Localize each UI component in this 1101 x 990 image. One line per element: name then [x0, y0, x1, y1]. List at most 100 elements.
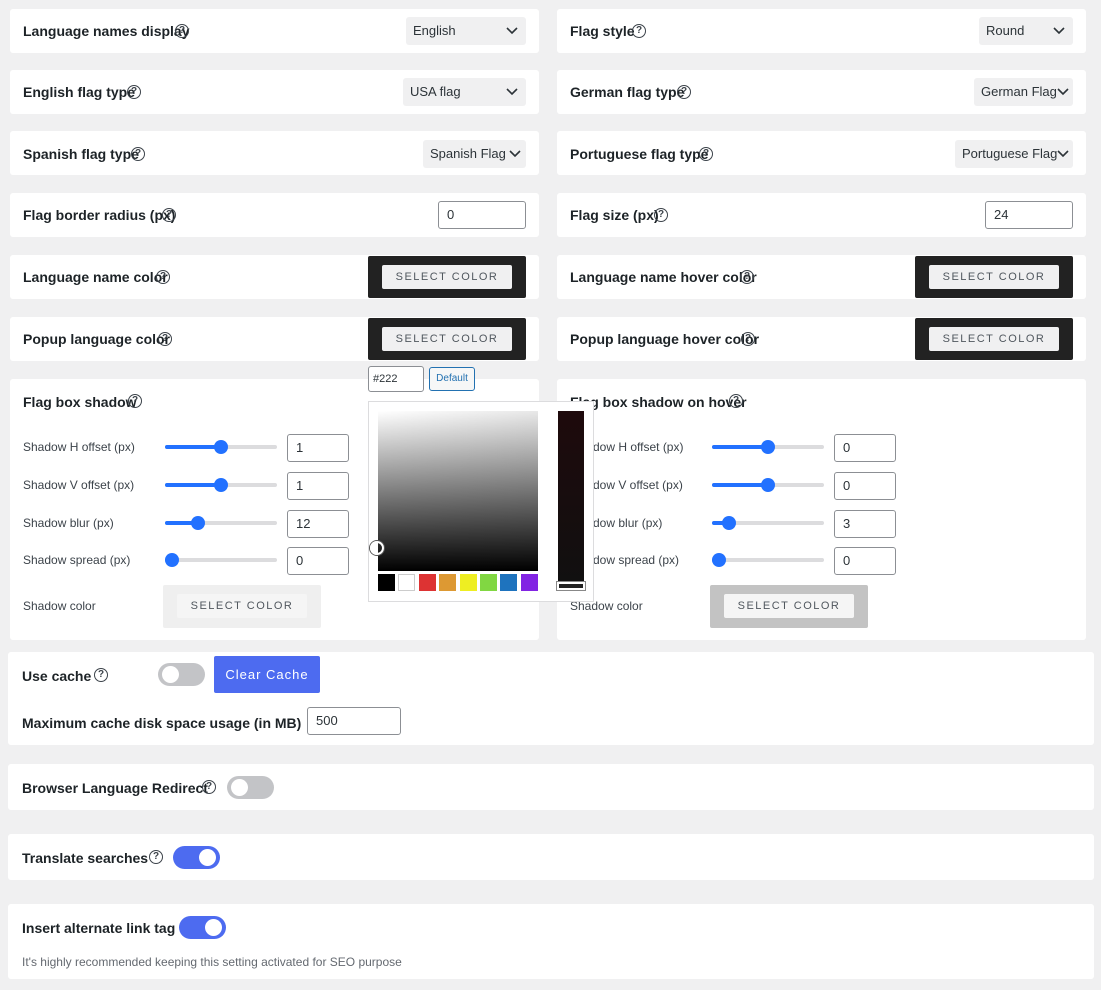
shadow-color-button[interactable]: SELECT COLOR [177, 594, 307, 618]
shadow-color-swatch[interactable]: SELECT COLOR [163, 585, 321, 628]
shadow-hover-h-offset-label: dow H offset (px) [593, 440, 684, 454]
help-icon[interactable]: ? [677, 85, 691, 99]
german-flag-type-select[interactable]: German Flag [974, 78, 1073, 106]
cache-card: Use cache ? Clear Cache Maximum cache di… [8, 652, 1094, 745]
slider-thumb[interactable] [165, 553, 179, 567]
english-flag-type-select[interactable]: USA flag [403, 78, 526, 106]
language-names-display-select[interactable]: English [406, 17, 526, 45]
flag-border-radius-input[interactable]: 0 [438, 201, 526, 229]
help-icon[interactable]: ? [156, 270, 170, 284]
help-icon[interactable]: ? [632, 24, 646, 38]
help-icon[interactable]: ? [654, 208, 668, 222]
language-name-color-button[interactable]: SELECT COLOR [382, 265, 512, 289]
translate-searches-toggle[interactable] [173, 846, 220, 869]
flag-style-label: Flag style [570, 23, 635, 39]
language-name-hover-color-button[interactable]: SELECT COLOR [929, 265, 1059, 289]
slider-thumb[interactable] [214, 478, 228, 492]
swatch-orange[interactable] [439, 574, 456, 591]
portuguese-flag-type-select[interactable]: Portuguese Flag [955, 140, 1073, 168]
swatch-blue[interactable] [500, 574, 517, 591]
swatch-white[interactable] [398, 574, 415, 591]
shadow-hover-color-button[interactable]: SELECT COLOR [724, 594, 854, 618]
saturation-square[interactable] [370, 411, 538, 571]
swatch-green[interactable] [480, 574, 497, 591]
slider-thumb[interactable] [761, 440, 775, 454]
language-names-display-label: Language names display [23, 23, 190, 39]
flag-style-select[interactable]: Round [979, 17, 1073, 45]
portuguese-flag-type-value: Portuguese Flag [962, 146, 1058, 161]
flag-box-shadow-hover-card: Flag box shadow on hover ? dow H offset … [557, 379, 1086, 640]
swatch-yellow[interactable] [460, 574, 477, 591]
use-cache-toggle[interactable] [158, 663, 205, 686]
shadow-spread-label: Shadow spread (px) [23, 553, 131, 567]
shadow-h-offset-input[interactable]: 1 [287, 434, 349, 462]
color-swatches [378, 574, 538, 592]
shadow-v-offset-slider[interactable] [165, 478, 277, 492]
slider-thumb[interactable] [214, 440, 228, 454]
shadow-blur-slider[interactable] [165, 516, 277, 530]
slider-thumb[interactable] [761, 478, 775, 492]
portuguese-flag-type-label: Portuguese flag type [570, 146, 709, 162]
clear-cache-button[interactable]: Clear Cache [214, 656, 320, 693]
help-icon[interactable]: ? [127, 85, 141, 99]
shadow-hover-blur-input[interactable]: 3 [834, 510, 896, 538]
help-icon[interactable]: ? [729, 394, 743, 408]
help-icon[interactable]: ? [149, 850, 163, 864]
help-icon[interactable]: ? [175, 24, 189, 38]
swatch-purple[interactable] [521, 574, 538, 591]
shadow-v-offset-input[interactable]: 1 [287, 472, 349, 500]
hue-handle[interactable] [557, 582, 585, 590]
shadow-hover-h-offset-slider[interactable] [712, 440, 824, 454]
shadow-blur-input[interactable]: 12 [287, 510, 349, 538]
shadow-spread-slider[interactable] [165, 553, 277, 567]
slider-thumb[interactable] [191, 516, 205, 530]
help-icon[interactable]: ? [202, 780, 216, 794]
help-icon[interactable]: ? [740, 270, 754, 284]
language-name-hover-color-swatch[interactable]: SELECT COLOR [915, 256, 1073, 298]
help-icon[interactable]: ? [162, 208, 176, 222]
popup-language-hover-color-swatch[interactable]: SELECT COLOR [915, 318, 1073, 360]
language-name-color-swatch[interactable]: SELECT COLOR [368, 256, 526, 298]
alternate-link-toggle[interactable] [179, 916, 226, 939]
chevron-down-icon [509, 150, 521, 158]
translate-searches-card: Translate searches ? [8, 834, 1094, 880]
shadow-hover-h-offset-input[interactable]: 0 [834, 434, 896, 462]
help-icon[interactable]: ? [128, 394, 142, 408]
popup-language-hover-color-button[interactable]: SELECT COLOR [929, 327, 1059, 351]
spanish-flag-type-row: Spanish flag type ? Spanish Flag [10, 131, 539, 175]
help-icon[interactable]: ? [94, 668, 108, 682]
max-cache-input[interactable]: 500 [307, 707, 401, 735]
help-icon[interactable]: ? [699, 147, 713, 161]
help-icon[interactable]: ? [741, 332, 755, 346]
shadow-hover-v-offset-label: dow V offset (px) [593, 478, 683, 492]
popup-language-color-button[interactable]: SELECT COLOR [382, 327, 512, 351]
slider-thumb[interactable] [722, 516, 736, 530]
browser-redirect-toggle[interactable] [227, 776, 274, 799]
shadow-hover-color-swatch[interactable]: SELECT COLOR [710, 585, 868, 628]
language-name-color-row: Language name color ? SELECT COLOR [10, 255, 539, 299]
color-hex-input[interactable]: #222 [368, 366, 424, 392]
default-color-button[interactable]: Default [429, 367, 475, 391]
shadow-hover-spread-input[interactable]: 0 [834, 547, 896, 575]
shadow-spread-input[interactable]: 0 [287, 547, 349, 575]
slider-thumb[interactable] [712, 553, 726, 567]
shadow-hover-v-offset-slider[interactable] [712, 478, 824, 492]
shadow-v-offset-label: Shadow V offset (px) [23, 478, 135, 492]
spanish-flag-type-select[interactable]: Spanish Flag [423, 140, 526, 168]
hue-strip[interactable] [557, 411, 585, 591]
chevron-down-icon [506, 27, 518, 35]
help-icon[interactable]: ? [131, 147, 145, 161]
popup-language-color-swatch[interactable]: SELECT COLOR [368, 318, 526, 360]
flag-box-shadow-title: Flag box shadow [23, 394, 137, 410]
flag-size-row: Flag size (px) ? 24 [557, 193, 1086, 237]
help-icon[interactable]: ? [158, 332, 172, 346]
shadow-hover-spread-slider[interactable] [712, 553, 824, 567]
color-cursor[interactable] [370, 541, 384, 555]
shadow-hover-blur-slider[interactable] [712, 516, 824, 530]
flag-size-input[interactable]: 24 [985, 201, 1073, 229]
swatch-black[interactable] [378, 574, 395, 591]
browser-redirect-card: Browser Language Redirect ? [8, 764, 1094, 810]
swatch-red[interactable] [419, 574, 436, 591]
shadow-hover-v-offset-input[interactable]: 0 [834, 472, 896, 500]
shadow-h-offset-slider[interactable] [165, 440, 277, 454]
